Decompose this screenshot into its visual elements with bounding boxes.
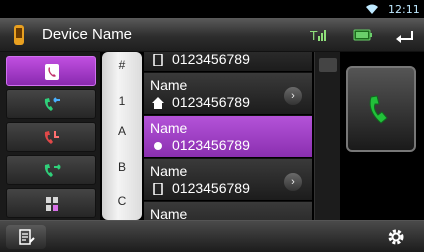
missed-call-icon xyxy=(44,131,59,144)
menu-icon xyxy=(19,229,35,245)
detail-button[interactable]: › xyxy=(284,173,302,191)
contact-name: Name xyxy=(150,163,188,179)
gear-icon xyxy=(388,229,404,245)
tab-missed-calls[interactable] xyxy=(6,122,96,152)
list-item[interactable]: Name 0123456789 › xyxy=(144,159,312,201)
contact-number: 0123456789 xyxy=(172,137,250,153)
incoming-call-icon xyxy=(44,97,60,111)
index-item[interactable]: A xyxy=(102,124,142,138)
list-item[interactable]: Name 0123456789 › xyxy=(144,73,312,115)
tab-incoming-calls[interactable] xyxy=(6,89,96,119)
contact-name: Name xyxy=(150,77,188,93)
contact-name: Name xyxy=(150,206,188,220)
back-button[interactable] xyxy=(390,22,420,48)
scroll-thumb[interactable] xyxy=(319,58,337,72)
dot-icon xyxy=(154,142,162,150)
index-item[interactable]: # xyxy=(102,58,142,72)
phone-handset-icon xyxy=(14,25,24,45)
tab-outgoing-calls[interactable] xyxy=(6,155,96,185)
outgoing-call-icon xyxy=(44,164,61,177)
call-button[interactable] xyxy=(346,66,416,152)
contact-number: 0123456789 xyxy=(172,180,250,196)
footer-bar xyxy=(0,220,424,252)
mobile-phone-icon xyxy=(153,183,163,195)
index-item[interactable]: C xyxy=(102,194,142,208)
call-handset-icon xyxy=(369,95,388,124)
index-item[interactable]: B xyxy=(102,160,142,174)
alphabet-index[interactable]: # 1 A B C xyxy=(102,52,142,220)
contact-number: 0123456789 xyxy=(172,52,250,67)
tab-phonebook[interactable] xyxy=(6,56,96,86)
index-item[interactable]: 1 xyxy=(102,94,142,108)
menu-button[interactable] xyxy=(6,225,46,249)
list-scrollbar[interactable] xyxy=(314,52,340,220)
page-title: Device Name xyxy=(42,26,133,43)
list-item[interactable]: 0123456789 xyxy=(144,52,312,72)
detail-button[interactable]: › xyxy=(284,87,302,105)
header: Device Name T xyxy=(0,18,424,52)
wifi-icon xyxy=(366,4,378,14)
list-item-selected[interactable]: Name 0123456789 xyxy=(144,116,312,158)
svg-text:T: T xyxy=(310,29,318,43)
contact-number: 0123456789 xyxy=(172,94,250,110)
dial-pad-icon xyxy=(46,197,58,211)
home-icon xyxy=(152,97,164,109)
status-bar: 12:11 xyxy=(0,0,424,18)
phonebook-icon xyxy=(45,64,59,80)
tab-dial-pad[interactable] xyxy=(6,188,96,218)
battery-icon xyxy=(353,29,372,41)
mobile-phone-icon xyxy=(153,54,163,66)
settings-button[interactable] xyxy=(372,224,418,250)
list-item[interactable]: Name xyxy=(144,202,312,220)
clock: 12:11 xyxy=(388,3,420,16)
signal-strength-icon: T xyxy=(310,29,326,43)
contact-list: 0123456789 Name 0123456789 › Name 012345… xyxy=(144,52,312,220)
contact-name: Name xyxy=(150,120,188,136)
call-tabs xyxy=(0,52,100,220)
